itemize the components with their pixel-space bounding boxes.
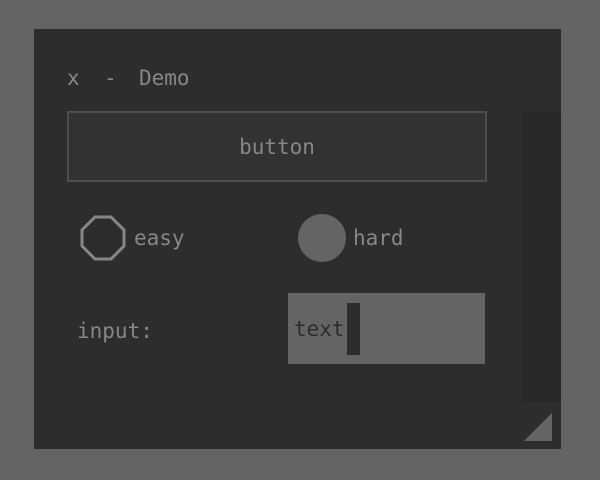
close-icon[interactable]: x (67, 66, 89, 90)
input-label: input: (77, 319, 153, 343)
option-hard-label: hard (353, 226, 404, 250)
radio-hard-icon[interactable] (297, 213, 347, 263)
option-easy-label: easy (134, 226, 185, 250)
text-input[interactable]: text (288, 293, 485, 364)
text-cursor (346, 302, 360, 355)
demo-window: x - Demo button easy hard input: text (34, 29, 561, 449)
demo-button[interactable]: button (67, 111, 487, 182)
option-hard[interactable]: hard (297, 212, 404, 264)
scrollbar[interactable] (523, 112, 561, 402)
minimize-icon[interactable]: - (104, 66, 126, 90)
title-bar: x - Demo (67, 63, 190, 93)
window-title: Demo (139, 66, 190, 90)
radio-easy-icon[interactable] (78, 213, 128, 263)
text-input-value: text (294, 316, 345, 341)
resize-grip-icon[interactable] (524, 413, 552, 441)
option-easy[interactable]: easy (78, 212, 185, 264)
